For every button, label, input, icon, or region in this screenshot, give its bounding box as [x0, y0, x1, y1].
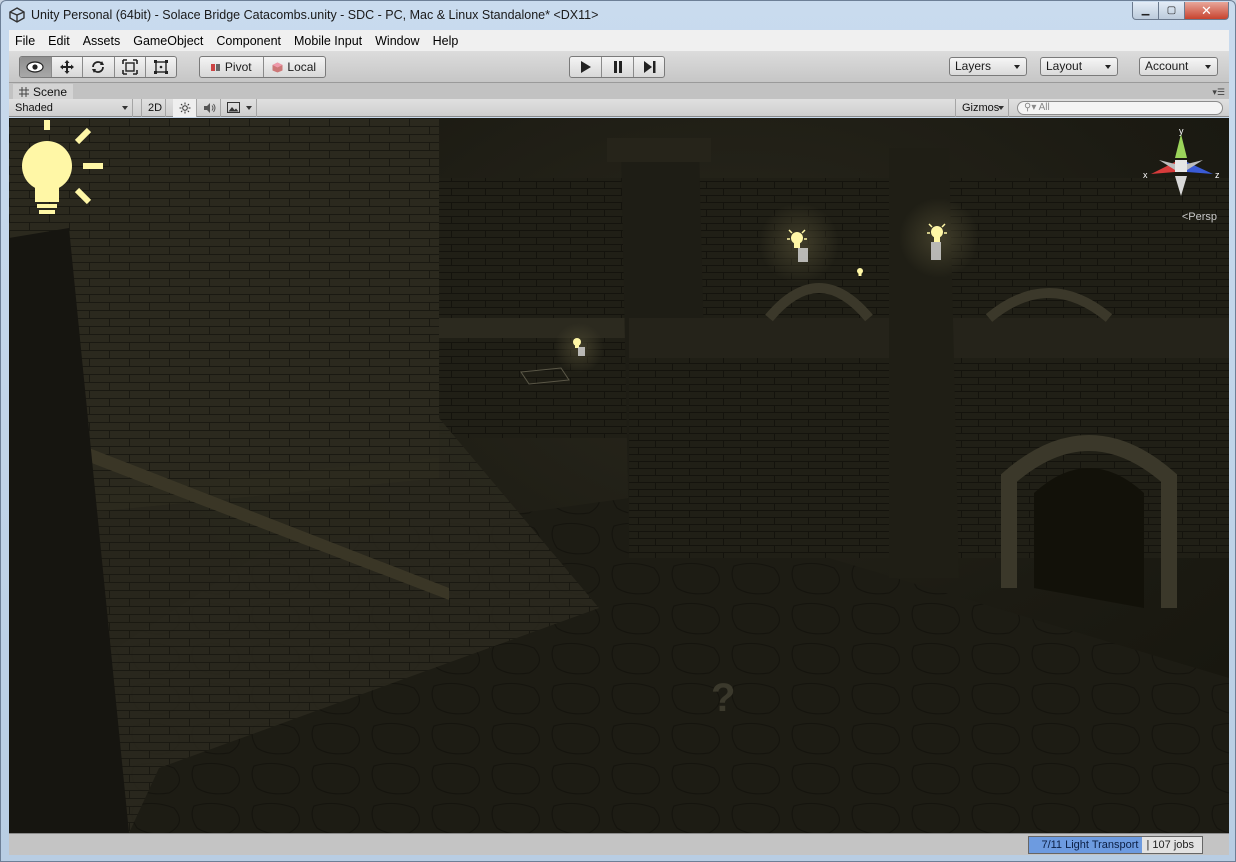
pivot-toggle-group: Pivot Local — [199, 56, 326, 78]
projection-toggle[interactable]: <Persp — [1182, 211, 1217, 223]
pivot-label: Pivot — [224, 60, 252, 74]
pause-icon — [613, 61, 622, 73]
chevron-down-icon — [1205, 65, 1211, 69]
hand-tool-button[interactable] — [20, 57, 52, 77]
directional-light-gizmo-icon[interactable] — [15, 120, 115, 225]
light-transport-progress[interactable]: 7/11 Light Transport | 107 jobs — [1028, 836, 1203, 854]
local-cube-icon — [272, 62, 283, 72]
step-icon — [643, 61, 655, 73]
projection-label: Persp — [1188, 211, 1217, 223]
window-controls: ▁ ▢ ✕ — [1132, 2, 1229, 20]
local-button[interactable]: Local — [264, 57, 326, 77]
axis-y-label: y — [1179, 126, 1184, 136]
tab-scene-label: Scene — [33, 85, 68, 99]
jobs-count-text: 107 jobs — [1152, 839, 1194, 851]
pivot-icon — [210, 64, 220, 71]
minimize-button[interactable]: ▁ — [1132, 2, 1159, 20]
step-button[interactable] — [634, 57, 664, 77]
rotate-tool-button[interactable] — [83, 57, 115, 77]
local-label: Local — [287, 60, 317, 74]
main-toolbar: Pivot Local Layers Layout Account — [9, 51, 1229, 83]
speaker-icon — [204, 103, 216, 113]
eye-icon — [26, 61, 44, 73]
chevron-down-icon — [1014, 65, 1020, 69]
point-light-gizmo-icon[interactable] — [569, 334, 589, 358]
search-placeholder: All — [1038, 102, 1050, 113]
axis-z-label: z — [1215, 170, 1220, 180]
rotate-icon — [92, 61, 105, 73]
move-icon — [59, 60, 74, 74]
sun-icon — [179, 102, 191, 114]
rect-tool-button[interactable] — [146, 57, 176, 77]
scene-viewport[interactable]: y x z <Persp ? — [9, 118, 1229, 833]
layers-label: Layers — [955, 59, 992, 73]
scale-icon — [122, 59, 138, 75]
lighting-toggle-button[interactable] — [173, 99, 197, 117]
unity-logo-icon — [9, 7, 25, 23]
catacomb-scene-render — [9, 118, 1229, 833]
search-icon: ⚲▾ — [1024, 102, 1037, 113]
title-bar[interactable]: Unity Personal (64bit) - Solace Bridge C… — [1, 1, 1235, 29]
status-bar: 7/11 Light Transport | 107 jobs — [9, 833, 1229, 855]
point-light-gizmo-icon[interactable] — [855, 266, 867, 280]
pause-button[interactable] — [602, 57, 634, 77]
menu-assets[interactable]: Assets — [77, 34, 128, 48]
chevron-down-icon — [246, 106, 252, 110]
image-effects-icon — [227, 102, 240, 113]
2d-label: 2D — [148, 102, 163, 114]
layout-dropdown[interactable]: Layout — [1040, 57, 1118, 76]
layers-dropdown[interactable]: Layers — [949, 57, 1027, 76]
menu-bar: File Edit Assets GameObject Component Mo… — [9, 30, 1229, 51]
window-title: Unity Personal (64bit) - Solace Bridge C… — [31, 8, 599, 22]
hierarchy-search-input[interactable]: ⚲▾ All — [1017, 101, 1223, 115]
unity-editor-window: Unity Personal (64bit) - Solace Bridge C… — [0, 0, 1236, 862]
scene-grid-icon — [19, 87, 29, 97]
close-button[interactable]: ✕ — [1185, 2, 1229, 20]
scene-toolbar: Shaded 2D Gizmos ⚲▾ All — [9, 99, 1229, 117]
pivot-button[interactable]: Pivot — [200, 57, 264, 77]
move-tool-button[interactable] — [52, 57, 84, 77]
orientation-gizmo-icon[interactable]: y x z — [1141, 126, 1221, 206]
play-controls — [569, 56, 665, 78]
menu-file[interactable]: File — [9, 34, 42, 48]
point-light-gizmo-icon[interactable] — [785, 226, 815, 266]
menu-window[interactable]: Window — [369, 34, 426, 48]
tab-scene[interactable]: Scene — [13, 84, 74, 100]
shading-mode-dropdown[interactable]: Shaded — [9, 99, 133, 117]
account-dropdown[interactable]: Account — [1139, 57, 1218, 76]
tab-options-icon[interactable]: ▾☰ — [1212, 87, 1225, 98]
shading-mode-label: Shaded — [15, 102, 53, 114]
progress-text: 7/11 Light Transport — [1029, 837, 1143, 853]
chevron-down-icon — [998, 106, 1004, 110]
rect-icon — [154, 60, 169, 74]
jobs-count: | 107 jobs — [1146, 839, 1194, 851]
play-icon — [580, 61, 591, 73]
gizmos-dropdown[interactable]: Gizmos — [955, 99, 1009, 117]
menu-component[interactable]: Component — [210, 34, 288, 48]
transform-tools — [19, 56, 177, 78]
layout-label: Layout — [1046, 59, 1083, 73]
maximize-button[interactable]: ▢ — [1159, 2, 1185, 20]
point-light-gizmo-icon[interactable] — [925, 218, 955, 263]
tab-strip: Scene ▾☰ — [9, 83, 1229, 100]
gizmos-label: Gizmos — [962, 102, 1000, 114]
scale-tool-button[interactable] — [115, 57, 147, 77]
menu-gameobject[interactable]: GameObject — [127, 34, 210, 48]
chevron-down-icon — [122, 106, 128, 110]
play-button[interactable] — [570, 57, 602, 77]
chevron-down-icon — [1105, 65, 1111, 69]
menu-mobile-input[interactable]: Mobile Input — [288, 34, 369, 48]
missing-component-icon: ? — [711, 676, 736, 720]
account-label: Account — [1145, 59, 1189, 73]
2d-toggle-button[interactable]: 2D — [141, 99, 166, 117]
axis-x-label: x — [1143, 170, 1148, 180]
audio-toggle-button[interactable] — [197, 99, 221, 117]
menu-edit[interactable]: Edit — [42, 34, 77, 48]
menu-help[interactable]: Help — [427, 34, 466, 48]
effects-dropdown[interactable] — [221, 99, 257, 117]
